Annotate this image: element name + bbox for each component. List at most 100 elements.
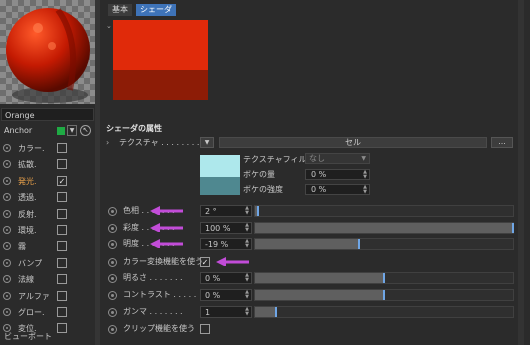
param-value-field[interactable]: 0 % ▲ ▼ (200, 289, 252, 301)
channel-label[interactable]: カラー. (18, 140, 45, 157)
channel-checkbox[interactable] (57, 257, 67, 268)
param-checkbox[interactable] (200, 324, 210, 334)
param-slider[interactable] (254, 289, 514, 301)
channel-checkbox[interactable] (57, 208, 67, 219)
param-animate-icon[interactable] (108, 274, 117, 283)
param-value: 1 (205, 308, 211, 317)
texture-filter-dropdown[interactable]: なし ▼ (305, 153, 370, 164)
channel-checkbox[interactable] (57, 143, 67, 153)
channel-radio-icon[interactable] (3, 193, 11, 202)
channel-radio-icon[interactable] (3, 258, 11, 267)
tab-basic[interactable]: 基本 (108, 4, 132, 16)
viewport-label[interactable]: ビューポート (4, 330, 52, 344)
slider-knob[interactable] (383, 273, 385, 283)
slider-knob[interactable] (383, 290, 385, 300)
param-animate-icon[interactable] (108, 308, 117, 317)
param-slider[interactable] (254, 272, 514, 284)
channel-radio-icon[interactable] (3, 242, 11, 251)
spinner-icon[interactable]: ▲ ▼ (363, 170, 367, 180)
channel-checkbox[interactable] (57, 323, 67, 334)
param-slider[interactable] (254, 205, 514, 217)
texture-dropdown-button[interactable]: ▼ (200, 137, 214, 148)
param-value-field[interactable]: 2 ° ▲ ▼ (200, 205, 252, 217)
channel-row[interactable]: 発光. ✓ (0, 173, 72, 190)
channel-label[interactable]: 霧 (18, 238, 26, 255)
channel-checkbox[interactable] (57, 225, 67, 235)
spinner-icon[interactable]: ▲ ▼ (245, 307, 249, 317)
left-scrollbar[interactable] (95, 0, 100, 345)
channel-row[interactable]: 拡散. (0, 156, 72, 173)
param-value-field[interactable]: 0 % ▲ ▼ (200, 272, 252, 284)
slider-knob[interactable] (257, 206, 259, 216)
texture-filter-label: テクスチャフィルタ (243, 155, 315, 164)
channel-checkbox[interactable] (57, 274, 67, 285)
spinner-icon[interactable]: ▲ ▼ (245, 273, 249, 283)
channel-row[interactable]: バンプ (0, 255, 72, 272)
param-value-field[interactable]: 100 % ▲ ▼ (200, 222, 252, 234)
channel-checkbox[interactable] (57, 159, 67, 170)
slider-knob[interactable] (275, 307, 277, 317)
spinner-icon[interactable]: ▲ ▼ (363, 185, 367, 195)
channel-row[interactable]: 反射. (0, 206, 72, 223)
channel-radio-icon[interactable] (3, 176, 11, 185)
channel-radio-icon[interactable] (3, 291, 11, 300)
collapse-chevron-icon[interactable]: ⌄ (106, 22, 112, 30)
texture-label: テクスチャ . . . . . . . . . (119, 138, 205, 147)
channel-label[interactable]: 反射. (18, 206, 37, 223)
channel-row[interactable]: 環境. (0, 222, 72, 239)
channel-row[interactable]: グロー. (0, 304, 72, 321)
spinner-icon[interactable]: ▲ ▼ (245, 223, 249, 233)
channel-label[interactable]: 発光. (18, 173, 37, 190)
param-value-field[interactable]: -19 % ▲ ▼ (200, 238, 252, 250)
channel-checkbox[interactable] (57, 290, 67, 301)
slider-knob[interactable] (358, 239, 360, 249)
channel-radio-icon[interactable] (3, 275, 11, 284)
tab-shader[interactable]: シェーダ (136, 4, 176, 16)
channel-label[interactable]: グロー. (18, 304, 45, 321)
param-animate-icon[interactable] (108, 224, 117, 233)
param-animate-icon[interactable] (108, 240, 117, 249)
param-animate-icon[interactable] (108, 258, 117, 267)
blur-scale-field[interactable]: 0 % ▲ ▼ (305, 184, 370, 195)
channel-checkbox[interactable] (57, 241, 67, 252)
channel-label[interactable]: 環境. (18, 222, 37, 239)
channel-label[interactable]: 拡散. (18, 156, 37, 173)
anchor-dropdown-icon[interactable]: ▼ (67, 125, 77, 136)
texture-browse-button[interactable]: ... (491, 137, 513, 148)
channel-row[interactable]: アルファ (0, 288, 72, 305)
spinner-icon[interactable]: ▲ ▼ (245, 206, 249, 216)
channel-radio-icon[interactable] (3, 226, 11, 234)
param-animate-icon[interactable] (108, 291, 117, 300)
param-slider[interactable] (254, 306, 514, 318)
channel-label[interactable]: バンプ (18, 255, 42, 272)
right-scrollbar[interactable] (518, 0, 524, 345)
channel-row[interactable]: 法線 (0, 271, 72, 288)
channel-radio-icon[interactable] (3, 144, 11, 152)
channel-label[interactable]: 法線 (18, 271, 34, 288)
texture-field[interactable]: セル (219, 137, 487, 148)
channel-radio-icon[interactable] (3, 308, 11, 316)
channel-label[interactable]: 透過. (18, 189, 37, 206)
param-animate-icon[interactable] (108, 325, 117, 334)
material-name-field[interactable]: Orange (1, 108, 94, 121)
spinner-icon[interactable]: ▲ ▼ (245, 290, 249, 300)
param-value-field[interactable]: 1 ▲ ▼ (200, 306, 252, 318)
param-animate-icon[interactable] (108, 207, 117, 216)
channel-row[interactable]: カラー. (0, 140, 72, 157)
param-checkbox[interactable]: ✓ (200, 257, 210, 267)
param-slider[interactable] (254, 222, 514, 234)
channel-row[interactable]: 霧 (0, 238, 72, 255)
anchor-pick-icon[interactable]: ↖ (80, 125, 91, 136)
channel-radio-icon[interactable] (3, 160, 11, 169)
channel-checkbox[interactable] (57, 307, 67, 317)
channel-row[interactable]: 透過. (0, 189, 72, 206)
channel-checkbox[interactable]: ✓ (57, 175, 67, 186)
blur-offset-field[interactable]: 0 % ▲ ▼ (305, 169, 370, 180)
expand-chevron-icon[interactable]: › (106, 136, 114, 149)
channel-checkbox[interactable] (57, 192, 67, 203)
channel-label[interactable]: アルファ (18, 288, 50, 305)
param-slider[interactable] (254, 238, 514, 250)
slider-knob[interactable] (512, 223, 514, 233)
spinner-icon[interactable]: ▲ ▼ (245, 239, 249, 249)
channel-radio-icon[interactable] (3, 209, 11, 218)
